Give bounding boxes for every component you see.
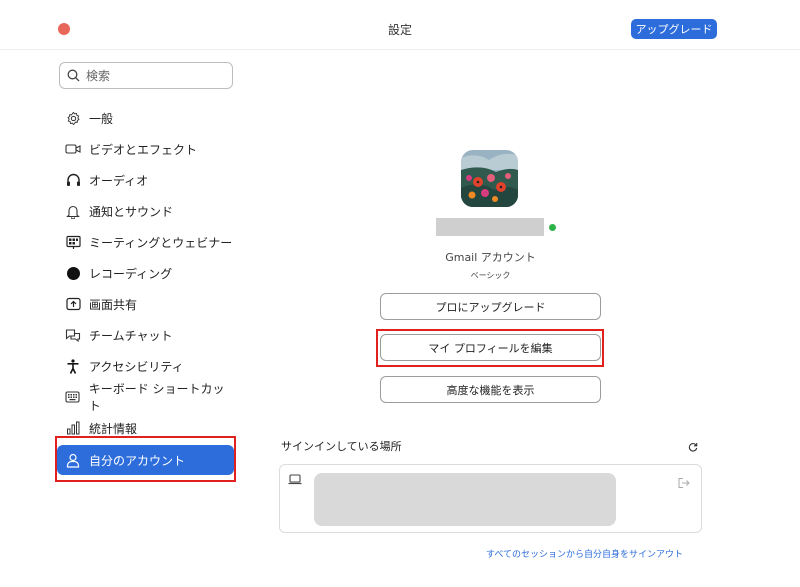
sidebar-item-team-chat[interactable]: チームチャット bbox=[57, 320, 234, 350]
chat-bubbles-icon bbox=[65, 327, 81, 343]
record-icon bbox=[65, 265, 81, 281]
sidebar-item-video-effects[interactable]: ビデオとエフェクト bbox=[57, 134, 234, 164]
sidebar-item-label: ビデオとエフェクト bbox=[89, 142, 198, 157]
sidebar-item-label: 画面共有 bbox=[89, 297, 138, 312]
sidebar-item-label: ミーティングとウェビナー bbox=[89, 235, 233, 250]
sidebar-item-screen-share[interactable]: 画面共有 bbox=[57, 289, 234, 319]
sidebar-item-label: チームチャット bbox=[89, 328, 173, 343]
headphones-icon bbox=[65, 172, 81, 188]
sidebar-item-recording[interactable]: レコーディング bbox=[57, 258, 234, 288]
sidebar-item-keyboard-shortcuts[interactable]: キーボード ショートカット bbox=[57, 382, 234, 413]
sidebar-item-statistics[interactable]: 統計情報 bbox=[57, 413, 234, 443]
online-status-indicator bbox=[549, 224, 556, 231]
upgrade-to-pro-button[interactable]: プロにアップグレード bbox=[380, 293, 601, 320]
title-bar: 設定 アップグレード bbox=[0, 0, 800, 50]
sidebar-item-label: 統計情報 bbox=[89, 421, 138, 436]
search-icon bbox=[67, 69, 80, 82]
sidebar-item-accessibility[interactable]: アクセシビリティ bbox=[57, 351, 234, 381]
refresh-icon[interactable] bbox=[688, 442, 698, 452]
sidebar-item-label: オーディオ bbox=[89, 173, 149, 188]
bar-chart-icon bbox=[65, 420, 81, 436]
avatar[interactable] bbox=[461, 150, 518, 207]
session-details-redacted bbox=[314, 473, 616, 526]
accessibility-icon bbox=[65, 358, 81, 374]
show-advanced-features-button[interactable]: 高度な機能を表示 bbox=[380, 376, 601, 403]
sidebar-item-notifications[interactable]: 通知とサウンド bbox=[57, 196, 234, 226]
signed-in-locations-title: サインインしている場所 bbox=[281, 440, 402, 453]
search-placeholder: 検索 bbox=[86, 69, 111, 83]
sign-out-icon[interactable] bbox=[677, 477, 690, 489]
sidebar-item-meetings-webinars[interactable]: ミーティングとウェビナー bbox=[57, 227, 234, 257]
laptop-icon bbox=[288, 474, 302, 485]
sidebar-item-label: 自分のアカウント bbox=[89, 453, 186, 468]
sidebar-item-general[interactable]: 一般 bbox=[57, 103, 234, 133]
sign-out-all-sessions-link[interactable]: すべてのセッションから自分自身をサインアウト bbox=[486, 547, 683, 560]
video-camera-icon bbox=[65, 141, 81, 157]
person-icon bbox=[65, 452, 81, 468]
plan-label: ベーシック bbox=[470, 271, 511, 280]
session-card bbox=[279, 464, 702, 533]
account-type: Gmail アカウント bbox=[445, 251, 536, 264]
share-screen-icon bbox=[65, 296, 81, 312]
sidebar-item-label: レコーディング bbox=[89, 266, 173, 281]
sidebar-item-label: キーボード ショートカット bbox=[88, 382, 225, 413]
keyboard-icon bbox=[65, 389, 81, 405]
sidebar-item-label: アクセシビリティ bbox=[89, 359, 184, 374]
sidebar-item-my-account[interactable]: 自分のアカウント bbox=[57, 445, 234, 475]
search-input[interactable]: 検索 bbox=[59, 62, 233, 89]
meeting-icon bbox=[65, 234, 81, 250]
sidebar-item-label: 通知とサウンド bbox=[89, 204, 174, 219]
bell-icon bbox=[65, 203, 81, 219]
display-name-redacted bbox=[436, 218, 544, 236]
gear-icon bbox=[65, 110, 81, 126]
upgrade-button[interactable]: アップグレード bbox=[631, 19, 717, 39]
sidebar-item-audio[interactable]: オーディオ bbox=[57, 165, 234, 195]
edit-profile-button[interactable]: マイ プロフィールを編集 bbox=[380, 334, 601, 361]
sidebar-item-label: 一般 bbox=[89, 111, 114, 126]
